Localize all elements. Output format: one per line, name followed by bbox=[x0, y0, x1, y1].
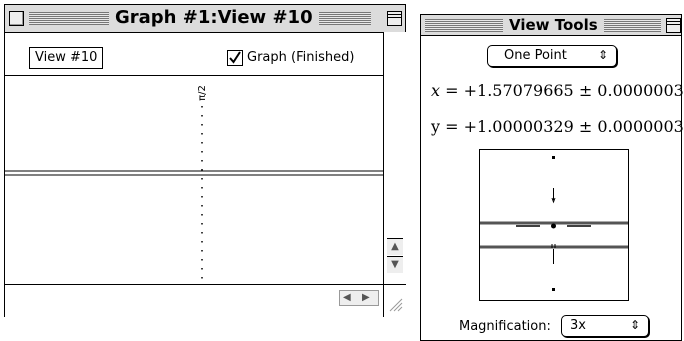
magnification-value: 3x bbox=[570, 318, 586, 333]
scroll-up-arrow-icon[interactable]: ▲ bbox=[387, 238, 403, 255]
zoom-box-icon[interactable] bbox=[387, 11, 402, 26]
view-name-label: View #10 bbox=[29, 47, 104, 69]
mode-select-value: One Point bbox=[504, 48, 567, 63]
view-tools-titlebar[interactable]: View Tools bbox=[421, 15, 681, 36]
up-down-arrows-icon: ⇕ bbox=[629, 318, 640, 332]
x-value: = +1.57079665 ± 0.00000036 bbox=[445, 81, 684, 100]
mode-select[interactable]: One Point ⇕ bbox=[487, 45, 617, 67]
magnification-label: Magnification: bbox=[459, 319, 551, 334]
x-readout: x = +1.57079665 ± 0.00000036 bbox=[431, 81, 684, 100]
vertical-scrollbar[interactable]: ▲ ▼ bbox=[383, 32, 406, 284]
title-stripes-right bbox=[313, 12, 371, 25]
resize-grip-icon[interactable] bbox=[383, 284, 406, 317]
tools-stripes-left bbox=[425, 19, 505, 32]
magnified-view[interactable] bbox=[479, 149, 629, 301]
scroll-down-arrow-icon[interactable]: ▼ bbox=[387, 256, 403, 273]
checkbox-box[interactable] bbox=[227, 50, 243, 66]
graph-window-title: Graph #1:View #10 bbox=[109, 7, 319, 28]
graph-window-titlebar[interactable]: Graph #1:View #10 bbox=[5, 5, 405, 33]
magnified-plot bbox=[480, 156, 628, 291]
axis-tick-bottom bbox=[552, 288, 555, 291]
crosshair-point bbox=[551, 223, 556, 229]
scroll-right-arrow-icon[interactable]: ▶ bbox=[362, 291, 370, 305]
y-readout: y = +1.00000329 ± 0.00000036 bbox=[431, 117, 684, 136]
hscroll-arrows: ◀ ▶ bbox=[339, 290, 379, 306]
axis-marker-label: π/2 bbox=[196, 85, 208, 101]
graph-window: Graph #1:View #10 View #10 Graph (Finish… bbox=[4, 4, 406, 317]
y-value: = +1.00000329 ± 0.00000036 bbox=[445, 117, 684, 136]
graph-canvas[interactable]: π/2 bbox=[5, 76, 383, 284]
checkmark-icon bbox=[229, 51, 241, 64]
graph-checkbox-label: Graph (Finished) bbox=[247, 50, 355, 65]
y-variable: y bbox=[431, 117, 441, 136]
x-variable: x bbox=[431, 81, 441, 100]
zoom-box-icon[interactable] bbox=[666, 18, 681, 33]
close-box-icon[interactable] bbox=[9, 11, 24, 26]
resize-grip-lines bbox=[389, 298, 403, 312]
view-tools-title: View Tools bbox=[503, 15, 604, 35]
view-tools-window: View Tools One Point ⇕ x = +1.57079665 ±… bbox=[420, 14, 684, 341]
axis-tick-top bbox=[552, 156, 555, 159]
magnification-select[interactable]: 3x ⇕ bbox=[561, 315, 649, 337]
graph-plot bbox=[5, 106, 383, 280]
horizontal-scrollbar[interactable]: ◀ ▶ bbox=[5, 284, 383, 317]
scroll-left-arrow-icon[interactable]: ◀ bbox=[343, 291, 351, 305]
up-down-arrows-icon: ⇕ bbox=[597, 48, 608, 62]
